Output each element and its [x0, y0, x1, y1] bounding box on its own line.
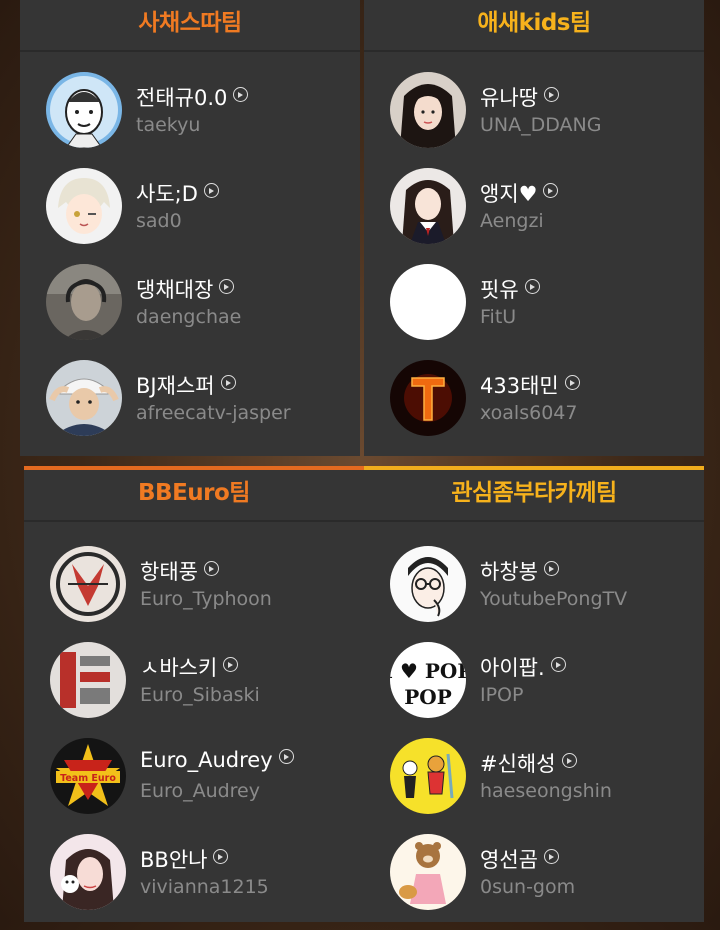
member-name[interactable]: 핏유 [480, 274, 540, 304]
chevron-right-icon[interactable] [543, 849, 559, 864]
member-handle: afreecatv-jasper [136, 402, 291, 424]
member-name[interactable]: 앵지♥ [480, 178, 559, 208]
team-euro-logo-avatar[interactable]: Team Euro [50, 738, 126, 814]
member-handle: Euro_Audrey [140, 780, 260, 802]
member-card[interactable]: BB안나 vivianna1215 [24, 834, 364, 930]
chevron-right-icon[interactable] [564, 375, 580, 390]
chevron-right-icon[interactable] [223, 657, 239, 672]
member-name[interactable]: BJ재스퍼 [136, 370, 236, 400]
member-card[interactable]: 댕채대장 daengchae [20, 264, 360, 360]
anime-boy-avatar[interactable] [46, 168, 122, 244]
member-handle: vivianna1215 [140, 876, 269, 898]
member-handle: daengchae [136, 306, 242, 328]
team-title: 관심좀부타카께팀 [364, 470, 704, 522]
team-title: 애새kids팀 [364, 0, 704, 52]
chevron-right-icon[interactable] [543, 183, 559, 198]
team-panel-sachae: 사채스따팀 전태규0.0 taekyu 사도;D sad0 댕채대장 daeng… [20, 0, 360, 456]
member-name[interactable]: 유나땅 [480, 82, 559, 112]
photo-girl-avatar[interactable] [390, 72, 466, 148]
member-name[interactable]: #신해성 [480, 748, 577, 778]
member-card[interactable]: ㅅ바스키 Euro_Sibaski [24, 642, 364, 738]
member-name[interactable]: 아이팝. [480, 652, 566, 682]
member-handle: Euro_Typhoon [140, 588, 272, 610]
member-handle: haeseongshin [480, 780, 612, 802]
chevron-right-icon[interactable] [550, 657, 566, 672]
member-handle: Aengzi [480, 210, 544, 232]
member-handle: sad0 [136, 210, 182, 232]
member-card[interactable]: 전태규0.0 taekyu [20, 72, 360, 168]
member-handle: YoutubePongTV [480, 588, 628, 610]
emblem-logo-avatar[interactable] [50, 546, 126, 622]
chevron-right-icon[interactable] [220, 375, 236, 390]
team-panel-aesae-kids: 애새kids팀 유나땅 UNA_DDANG 앵지♥ Aengzi 핏유 FitU… [364, 0, 704, 456]
member-handle: taekyu [136, 114, 201, 136]
member-card[interactable]: 항태풍 Euro_Typhoon [24, 546, 364, 642]
photo-girl-avatar[interactable] [50, 834, 126, 910]
member-name[interactable]: BB안나 [140, 844, 229, 874]
cartoon-man-avatar[interactable] [46, 72, 122, 148]
chevron-right-icon[interactable] [203, 561, 219, 576]
member-handle: Euro_Sibaski [140, 684, 260, 706]
member-name[interactable]: 하창봉 [480, 556, 559, 586]
photo-girl-uniform-avatar[interactable] [390, 168, 466, 244]
photo-man-headset-avatar[interactable] [46, 264, 122, 340]
i-love-pop-avatar[interactable]: I ♥ POPPOP [390, 642, 466, 718]
member-card[interactable]: 하창봉 YoutubePongTV [364, 546, 704, 642]
member-handle: UNA_DDANG [480, 114, 602, 136]
member-card[interactable]: #신해성 haeseongshin [364, 738, 704, 834]
member-card[interactable]: 433태민 xoals6047 [364, 360, 704, 456]
blank-white-avatar[interactable] [390, 264, 466, 340]
member-card[interactable]: 영선곰 0sun-gom [364, 834, 704, 930]
member-card[interactable]: 앵지♥ Aengzi [364, 168, 704, 264]
chevron-right-icon[interactable] [543, 87, 559, 102]
bear-cartoon-avatar[interactable] [390, 834, 466, 910]
team-title: 사채스따팀 [20, 0, 360, 52]
member-card[interactable]: 사도;D sad0 [20, 168, 360, 264]
chevron-right-icon[interactable] [219, 279, 235, 294]
member-name[interactable]: 사도;D [136, 178, 219, 208]
member-card[interactable]: 유나땅 UNA_DDANG [364, 72, 704, 168]
cartoon-glasses-avatar[interactable] [390, 546, 466, 622]
member-name[interactable]: 항태풍 [140, 556, 219, 586]
chevron-right-icon[interactable] [213, 849, 229, 864]
member-handle: FitU [480, 306, 517, 328]
chevron-right-icon[interactable] [233, 87, 249, 102]
chevron-right-icon[interactable] [203, 183, 219, 198]
member-name[interactable]: 전태규0.0 [136, 82, 249, 112]
team-panel-gwansim: 관심좀부타카께팀 하창봉 YoutubePongTV I ♥ POPPOP 아이… [364, 466, 704, 922]
yellow-cartoon-avatar[interactable] [390, 738, 466, 814]
member-name[interactable]: Euro_Audrey [140, 748, 294, 772]
logo-text: I ♥ POP [390, 659, 466, 683]
fire-letter-t-avatar[interactable] [390, 360, 466, 436]
member-card[interactable]: I ♥ POPPOP 아이팝. IPOP [364, 642, 704, 738]
member-handle: IPOP [480, 684, 524, 706]
member-handle: 0sun-gom [480, 876, 576, 898]
chevron-right-icon[interactable] [278, 749, 294, 764]
team-title: BBEuro팀 [24, 470, 364, 522]
chevron-right-icon[interactable] [524, 279, 540, 294]
chevron-right-icon[interactable] [543, 561, 559, 576]
member-name[interactable]: 영선곰 [480, 844, 559, 874]
member-card[interactable]: Team Euro Euro_Audrey Euro_Audrey [24, 738, 364, 834]
photo-man-cap-avatar[interactable] [46, 360, 122, 436]
svg-text:POP: POP [404, 685, 452, 709]
logo-text: Team Euro [60, 773, 116, 784]
team-panel-bbeuro: BBEuro팀 항태풍 Euro_Typhoon ㅅ바스키 Euro_Sibas… [24, 466, 364, 922]
member-name[interactable]: 댕채대장 [136, 274, 235, 304]
member-card[interactable]: BJ재스퍼 afreecatv-jasper [20, 360, 360, 456]
korean-text-logo-avatar[interactable] [50, 642, 126, 718]
member-card[interactable]: 핏유 FitU [364, 264, 704, 360]
member-name[interactable]: 433태민 [480, 370, 580, 400]
chevron-right-icon[interactable] [561, 753, 577, 768]
member-handle: xoals6047 [480, 402, 578, 424]
member-name[interactable]: ㅅ바스키 [140, 652, 239, 682]
